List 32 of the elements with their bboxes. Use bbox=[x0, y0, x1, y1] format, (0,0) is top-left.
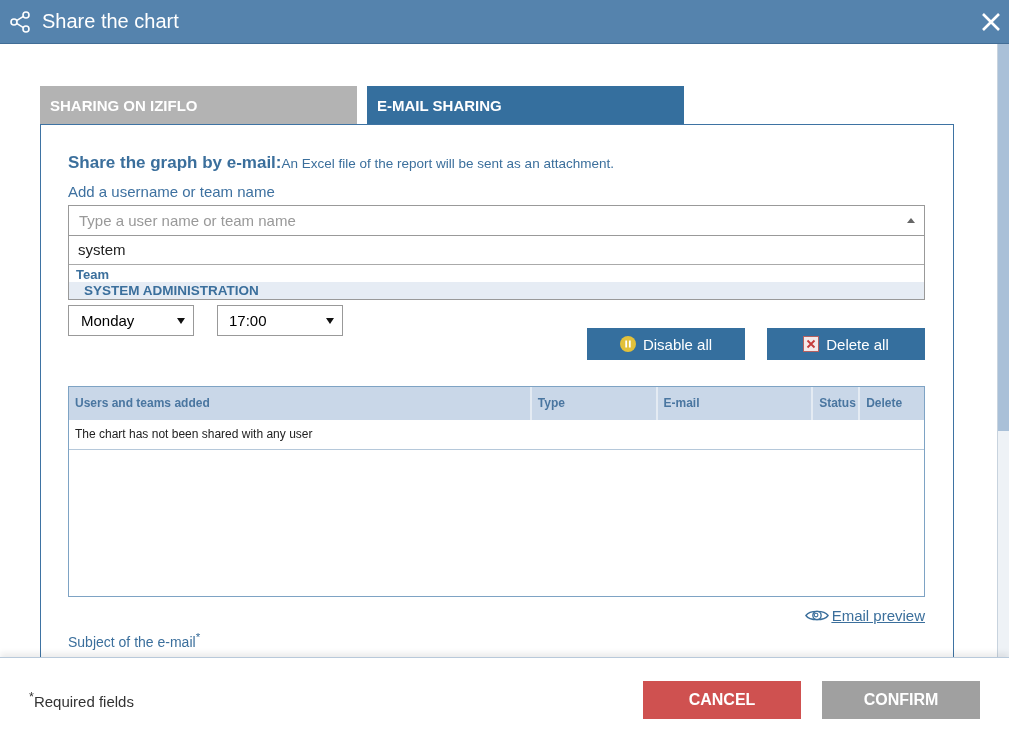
close-button[interactable] bbox=[981, 11, 1001, 32]
column-header: Users and teams added bbox=[69, 387, 532, 420]
search-field[interactable]: system bbox=[69, 236, 924, 265]
group-header: Team bbox=[75, 266, 110, 282]
field-label: Add a username or team name bbox=[68, 183, 276, 200]
dropdown-option[interactable]: SYSTEM ADMINISTRATION bbox=[69, 282, 924, 299]
field-label: Subject of the e-mail$^{*}$ bbox=[68, 630, 202, 650]
caret-icon bbox=[907, 218, 915, 223]
column-header: E-mail bbox=[657, 387, 814, 420]
column-header: Delete bbox=[865, 395, 904, 412]
cancel-button[interactable]: CANCEL bbox=[643, 680, 801, 719]
eye-icon bbox=[804, 608, 829, 623]
column-header: Status bbox=[813, 387, 861, 420]
time-select[interactable]: 17:00 bbox=[217, 305, 343, 336]
section-heading: Share the graph by e-mail: bbox=[68, 153, 282, 172]
tab[interactable]: E-MAIL SHARING bbox=[367, 86, 684, 124]
heading-note: An Excel file of the report will be sent as an attachment. bbox=[281, 156, 614, 171]
disable-all-button[interactable]: Disable all bbox=[587, 328, 745, 360]
day-select[interactable]: Monday bbox=[68, 305, 194, 336]
pause-icon bbox=[619, 336, 636, 352]
empty-message: The chart has not been shared with any user bbox=[69, 420, 924, 450]
delete-icon bbox=[803, 336, 820, 352]
email-preview-link[interactable]: Email preview bbox=[804, 607, 925, 624]
scrollbar[interactable] bbox=[997, 44, 1009, 657]
caret-icon bbox=[326, 317, 334, 324]
share-icon bbox=[8, 9, 32, 34]
delete-all-button[interactable]: Delete all bbox=[767, 328, 925, 360]
window-title: Share the chart bbox=[42, 10, 179, 33]
caret-icon bbox=[177, 317, 185, 324]
required-note: $^{*}$Required fields bbox=[29, 689, 134, 710]
column-header: Type bbox=[531, 387, 658, 420]
recipient-field[interactable]: Type a user name or team name bbox=[68, 205, 925, 236]
